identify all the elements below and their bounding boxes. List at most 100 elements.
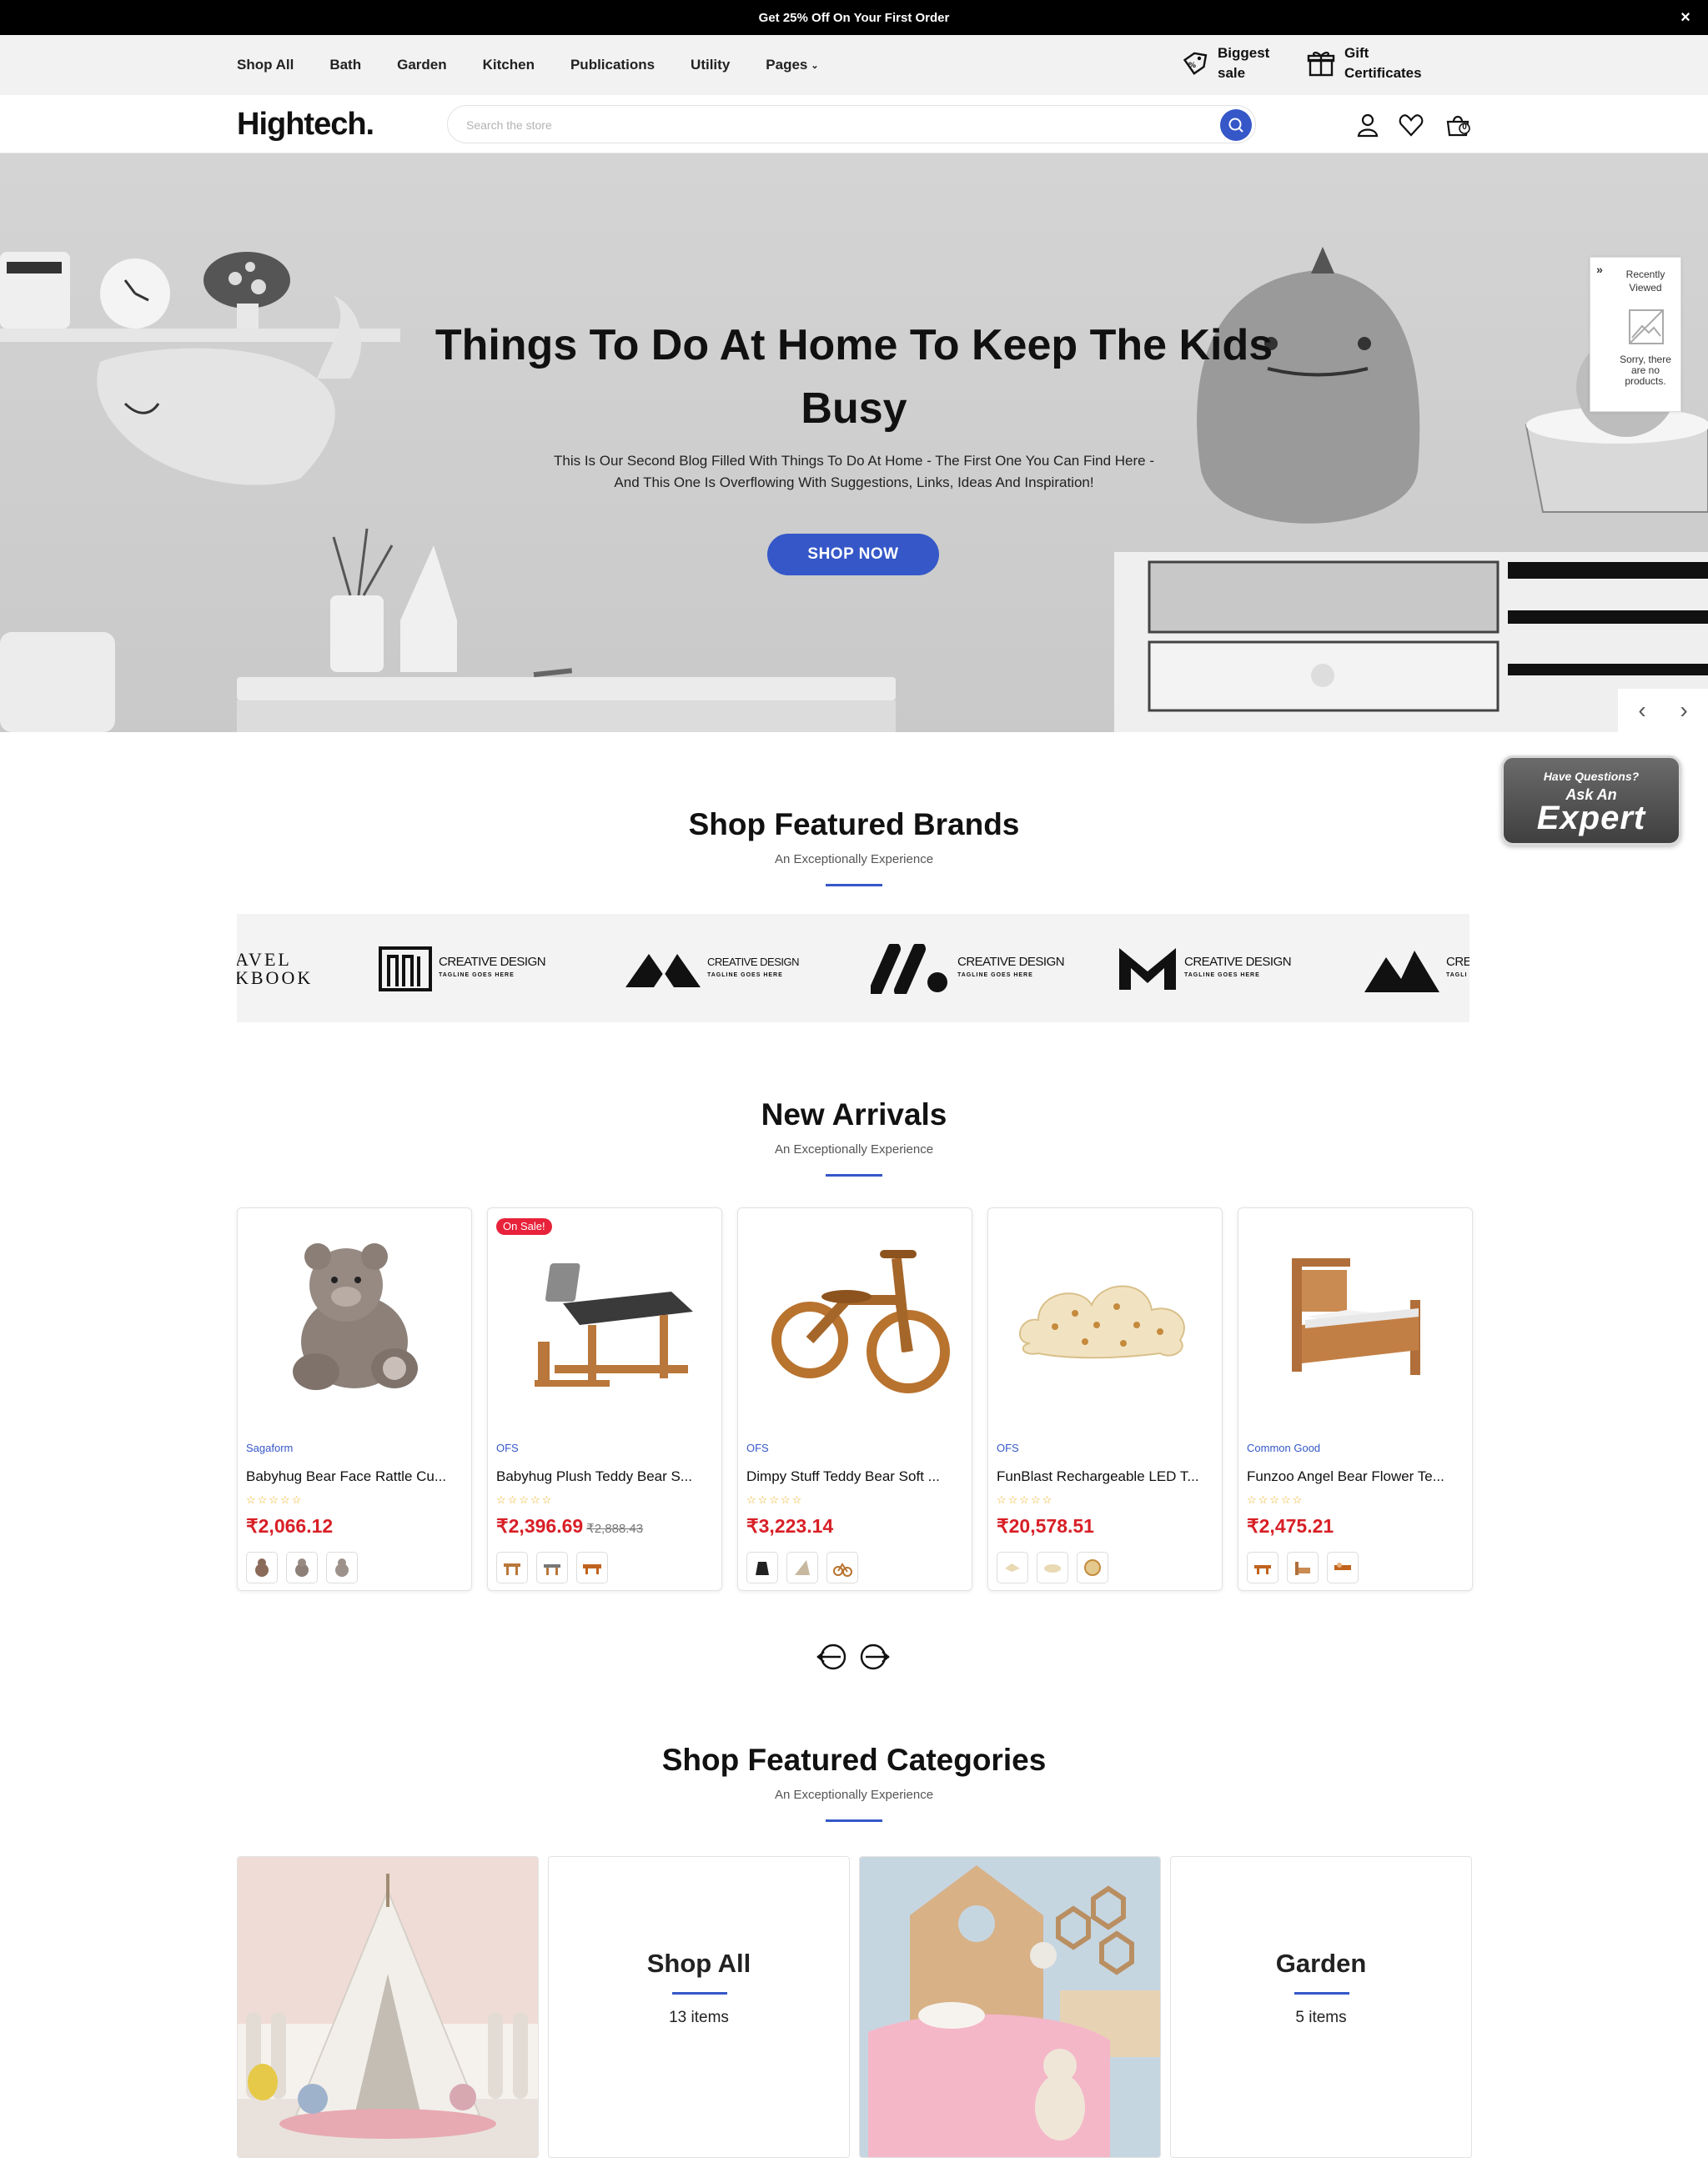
- hero-next-button[interactable]: ›: [1660, 689, 1708, 732]
- image-placeholder-icon: [1629, 309, 1664, 344]
- product-card[interactable]: Sagaform Babyhug Bear Face Rattle Cu... …: [237, 1207, 472, 1591]
- variant-swatch[interactable]: [826, 1552, 858, 1583]
- chevron-left-icon: ‹: [1638, 697, 1646, 723]
- recently-viewed-toggle[interactable]: »: [1590, 258, 1609, 283]
- chevron-right-icon: ›: [1680, 697, 1688, 723]
- chevron-down-icon: ⌄: [811, 60, 819, 71]
- variant-swatch[interactable]: [1037, 1552, 1068, 1583]
- category-image-tile[interactable]: [237, 1856, 539, 2158]
- product-brand[interactable]: Common Good: [1247, 1442, 1320, 1454]
- variant-swatch[interactable]: [536, 1552, 568, 1583]
- product-name[interactable]: Babyhug Plush Teddy Bear S...: [496, 1468, 715, 1485]
- category-tile-garden[interactable]: Garden 5 items: [1170, 1856, 1472, 2158]
- category-image-tile[interactable]: [859, 1856, 1161, 2158]
- gift-certificates-line1: Gift: [1344, 45, 1369, 61]
- category-tile-shop-all[interactable]: Shop All 13 items: [548, 1856, 850, 2158]
- brand-mark-icon: [871, 944, 947, 994]
- gift-certificates-link[interactable]: Gift Certificates: [1306, 43, 1422, 83]
- old-price: ₹2,888.43: [586, 1522, 644, 1536]
- shop-now-button[interactable]: SHOP NOW: [767, 534, 939, 575]
- swatch-thumbnail: [504, 1563, 520, 1575]
- variant-swatches: [997, 1552, 1108, 1583]
- variant-swatch[interactable]: [746, 1552, 778, 1583]
- product-image: [1292, 1258, 1420, 1375]
- product-image: [535, 1263, 693, 1387]
- top-navigation: Shop All Bath Garden Kitchen Publication…: [0, 35, 1708, 95]
- search-input[interactable]: [466, 116, 1200, 134]
- brands-subtitle: An Exceptionally Experience: [774, 852, 934, 866]
- swatch-thumbnail: [544, 1564, 560, 1575]
- product-card[interactable]: On Sale! OFS Babyhug Plush Teddy Bear S.…: [487, 1207, 722, 1591]
- product-brand[interactable]: OFS: [997, 1442, 1019, 1454]
- gift-icon: [1307, 52, 1335, 77]
- current-price: ₹2,396.69: [496, 1515, 584, 1537]
- variant-swatch[interactable]: [997, 1552, 1028, 1583]
- product-name[interactable]: Dimpy Stuff Teddy Bear Soft ...: [746, 1468, 965, 1485]
- close-icon[interactable]: ×: [1676, 8, 1695, 27]
- site-logo[interactable]: Hightech.: [237, 107, 374, 143]
- nav-item-garden[interactable]: Garden: [397, 57, 447, 73]
- product-brand[interactable]: Sagaform: [246, 1442, 293, 1454]
- product-card[interactable]: OFS FunBlast Rechargeable LED T... ☆☆☆☆☆…: [987, 1207, 1223, 1591]
- variant-swatch[interactable]: [576, 1552, 608, 1583]
- announcement-text: Get 25% Off On Your First Order: [758, 10, 950, 25]
- product-brand[interactable]: OFS: [496, 1442, 519, 1454]
- brands-divider: [826, 884, 882, 886]
- biggest-sale-link[interactable]: % Biggest sale: [1179, 43, 1269, 83]
- gift-certificates-line2: Certificates: [1344, 65, 1422, 81]
- user-icon[interactable]: [1354, 112, 1381, 138]
- cart-button[interactable]: 0: [1444, 112, 1471, 138]
- search-button[interactable]: [1220, 109, 1252, 141]
- nav-item-pages[interactable]: Pages ⌄: [766, 57, 818, 73]
- categories-title: Shop Featured Categories: [661, 1743, 1047, 1777]
- nav-item-bath[interactable]: Bath: [329, 57, 361, 73]
- categories-subtitle: An Exceptionally Experience: [774, 1788, 934, 1802]
- brand-logo[interactable]: CREATIVE DESIGN TAGLINE GOES HERE: [379, 946, 546, 992]
- variant-swatch[interactable]: [246, 1552, 278, 1583]
- nav-item-publications[interactable]: Publications: [570, 57, 655, 73]
- nav-item-shop-all[interactable]: Shop All: [237, 57, 294, 73]
- search-bar: [447, 105, 1256, 143]
- brand-logo[interactable]: CREATIVE DESIGN TAGLINE GOES HERE: [1118, 946, 1292, 992]
- biggest-sale-line2: sale: [1218, 65, 1246, 81]
- announcement-bar: Get 25% Off On Your First Order ×: [0, 0, 1708, 35]
- arrivals-title: New Arrivals: [761, 1097, 947, 1132]
- brand-logo[interactable]: AVEL KBOOK: [237, 946, 313, 992]
- nav-item-utility[interactable]: Utility: [691, 57, 730, 73]
- variant-swatch[interactable]: [786, 1552, 818, 1583]
- nav-item-kitchen[interactable]: Kitchen: [483, 57, 535, 73]
- heart-icon[interactable]: [1398, 112, 1424, 138]
- variant-swatch[interactable]: [1327, 1552, 1359, 1583]
- product-price: ₹3,223.14: [746, 1515, 833, 1538]
- brand-name: CREATIVE DESIGN: [1184, 955, 1292, 969]
- variant-swatch[interactable]: [496, 1552, 528, 1583]
- product-image: [1019, 1285, 1185, 1359]
- brand-logo[interactable]: CREATI TAGLI: [1364, 946, 1469, 992]
- variant-swatch[interactable]: [326, 1552, 358, 1583]
- swatch-thumbnail: [1254, 1565, 1271, 1574]
- rating-stars: ☆☆☆☆☆: [997, 1493, 1054, 1506]
- arrow-left-circle-icon: [816, 1644, 846, 1670]
- swatch-thumbnail: [583, 1564, 601, 1574]
- product-name[interactable]: FunBlast Rechargeable LED T...: [997, 1468, 1215, 1485]
- tag-icon: %: [1183, 52, 1208, 75]
- swatch-thumbnail: [833, 1563, 852, 1577]
- product-card[interactable]: Common Good Funzoo Angel Bear Flower Te.…: [1238, 1207, 1473, 1591]
- product-name[interactable]: Babyhug Bear Face Rattle Cu...: [246, 1468, 465, 1485]
- product-brand[interactable]: OFS: [746, 1442, 769, 1454]
- arrivals-next-button[interactable]: [856, 1643, 891, 1671]
- variant-swatch[interactable]: [1247, 1552, 1278, 1583]
- brand-logo[interactable]: CREATIVE DESIGN TAGLINE GOES HERE: [871, 944, 1065, 994]
- product-card[interactable]: OFS Dimpy Stuff Teddy Bear Soft ... ☆☆☆☆…: [737, 1207, 972, 1591]
- product-name[interactable]: Funzoo Angel Bear Flower Te...: [1247, 1468, 1465, 1485]
- variant-swatch[interactable]: [1287, 1552, 1319, 1583]
- arrivals-prev-button[interactable]: [816, 1643, 851, 1671]
- current-price: ₹2,066.12: [246, 1515, 334, 1537]
- variant-swatch[interactable]: [286, 1552, 318, 1583]
- variant-swatch[interactable]: [1077, 1552, 1108, 1583]
- category-count: 13 items: [669, 2009, 729, 2026]
- rating-stars: ☆☆☆☆☆: [1247, 1493, 1304, 1506]
- variant-swatches: [246, 1552, 358, 1583]
- site-header: Hightech. 0: [0, 95, 1708, 153]
- brand-logo[interactable]: CREATIVE DESIGN TAGLINE GOES HERE: [625, 946, 800, 992]
